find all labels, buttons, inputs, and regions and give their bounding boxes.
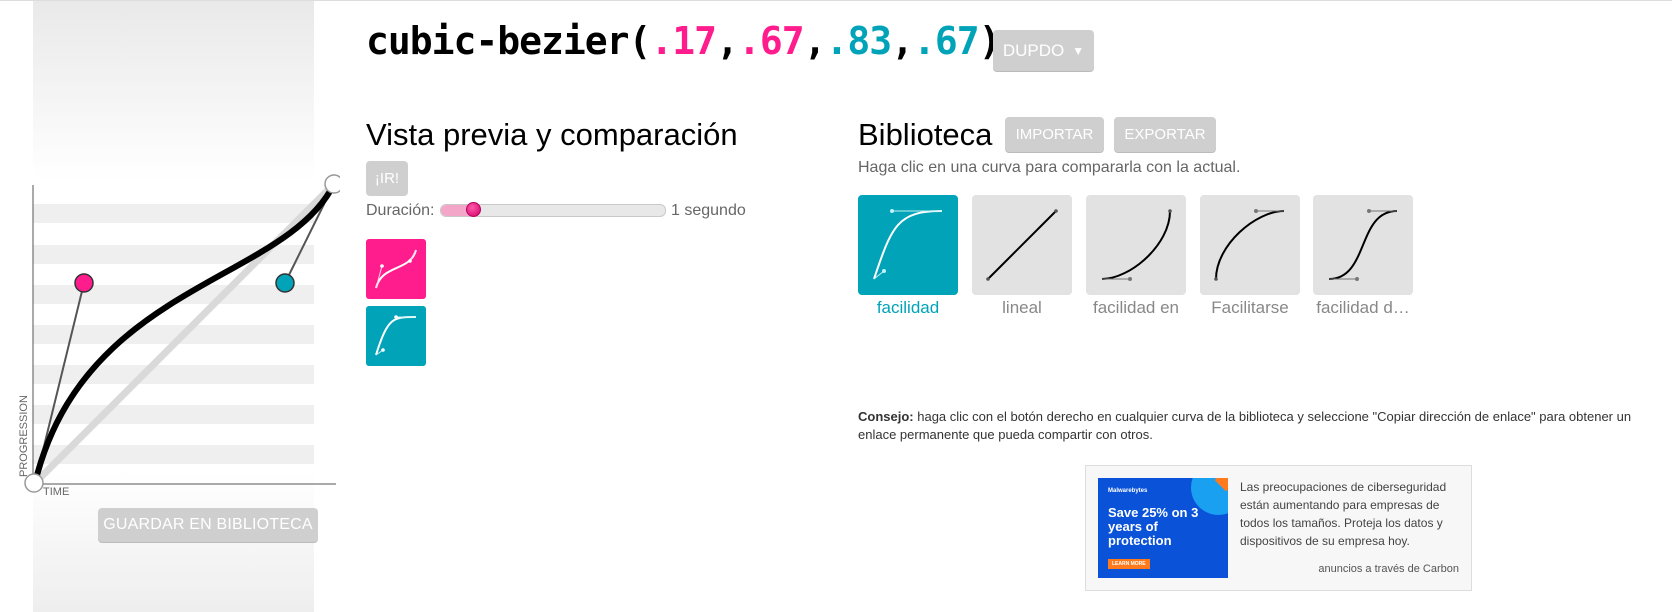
ad-via-link[interactable]: anuncios a través de Carbon	[1318, 563, 1459, 575]
formula-prefix: cubic-bezier(	[366, 19, 651, 63]
end-point	[324, 174, 340, 194]
duration-slider[interactable]	[440, 202, 666, 217]
preview-title: Vista previa y comparación	[366, 117, 738, 152]
compare-curve-icon	[375, 315, 417, 356]
ad-brand-logo: Malwarebytes	[1108, 488, 1148, 494]
formula-p2x: .83	[825, 19, 892, 63]
duration-slider-knob[interactable]	[466, 202, 481, 217]
ease-curve-icon	[873, 209, 943, 280]
control-point-2-handle[interactable]	[275, 273, 295, 293]
formula-p1y: .67	[737, 19, 805, 63]
library-thumb	[1200, 195, 1300, 295]
library-item-label: facilidad d…	[1316, 298, 1410, 317]
library-thumb	[972, 195, 1072, 295]
ad-headline: Save 25% on 3 years of protection	[1108, 505, 1199, 548]
tip-lead: Consejo:	[858, 409, 914, 424]
control-point-1-handle[interactable]	[74, 273, 94, 293]
y-axis-label: PROGRESSION	[18, 395, 30, 477]
ad-text[interactable]: Las preocupaciones de ciberseguridad est…	[1240, 478, 1460, 550]
copy-dropdown-label: DUPDO	[1002, 40, 1065, 60]
formula-comma: ,	[716, 19, 739, 63]
library-thumb	[1086, 195, 1186, 295]
linear-curve-icon	[986, 209, 1058, 281]
library-item-label: lineal	[1002, 298, 1042, 317]
current-curve-icon	[375, 249, 417, 289]
formula-comma: ,	[891, 19, 914, 63]
duration-label: Duración:	[366, 202, 435, 219]
library-thumb	[1313, 195, 1413, 295]
ease-in-out-curve-icon	[1328, 209, 1398, 281]
library-item-ease-out[interactable]: Facilitarse	[1200, 195, 1300, 318]
tip-text: Consejo: haga clic con el botón derecho …	[858, 408, 1668, 444]
ad-cta: LEARN MORE	[1108, 559, 1150, 569]
library-description: Haga clic en una curva para compararla c…	[858, 159, 1241, 176]
library-thumb	[858, 195, 958, 295]
bezier-formula[interactable]: cubic-bezier(.17,.67,.83,.67)	[366, 19, 1002, 63]
library-item-linear[interactable]: lineal	[972, 195, 1072, 318]
save-to-library-button[interactable]: GUARDAR EN BIBLIOTECA	[98, 508, 318, 542]
carbon-ad[interactable]: Malwarebytes Save 25% on 3 years of prot…	[1085, 465, 1472, 591]
ad-image[interactable]: Malwarebytes Save 25% on 3 years of prot…	[1098, 478, 1228, 578]
export-button[interactable]: EXPORTAR	[1114, 117, 1216, 152]
go-button[interactable]: ¡IR!	[366, 161, 408, 196]
library-title: Biblioteca	[858, 117, 993, 152]
duration-value: 1 segundo	[671, 202, 746, 219]
library-item-label: Facilitarse	[1211, 298, 1289, 317]
ease-in-curve-icon	[1101, 209, 1172, 281]
formula-p1x: .17	[650, 19, 717, 63]
import-button[interactable]: IMPORTAR	[1005, 117, 1104, 152]
chevron-down-icon: ▼	[1072, 43, 1085, 58]
library-item-label: facilidad	[876, 298, 940, 317]
ease-out-curve-icon	[1214, 209, 1285, 281]
preview-box-current	[366, 239, 426, 299]
formula-p2y: .67	[913, 19, 980, 63]
library-item-ease[interactable]: facilidad	[858, 195, 958, 318]
library-item-ease-in-out[interactable]: facilidad d…	[1313, 195, 1413, 318]
tip-body: haga clic con el botón derecho en cualqu…	[858, 409, 1632, 442]
copy-dropdown-button[interactable]: DUPDO ▼	[993, 30, 1094, 71]
preview-box-compare	[366, 306, 426, 366]
formula-comma: ,	[803, 19, 827, 63]
library-item-label: facilidad en	[1092, 298, 1179, 317]
library-item-ease-in[interactable]: facilidad en	[1086, 195, 1186, 318]
x-axis-label: TIME	[43, 486, 69, 498]
